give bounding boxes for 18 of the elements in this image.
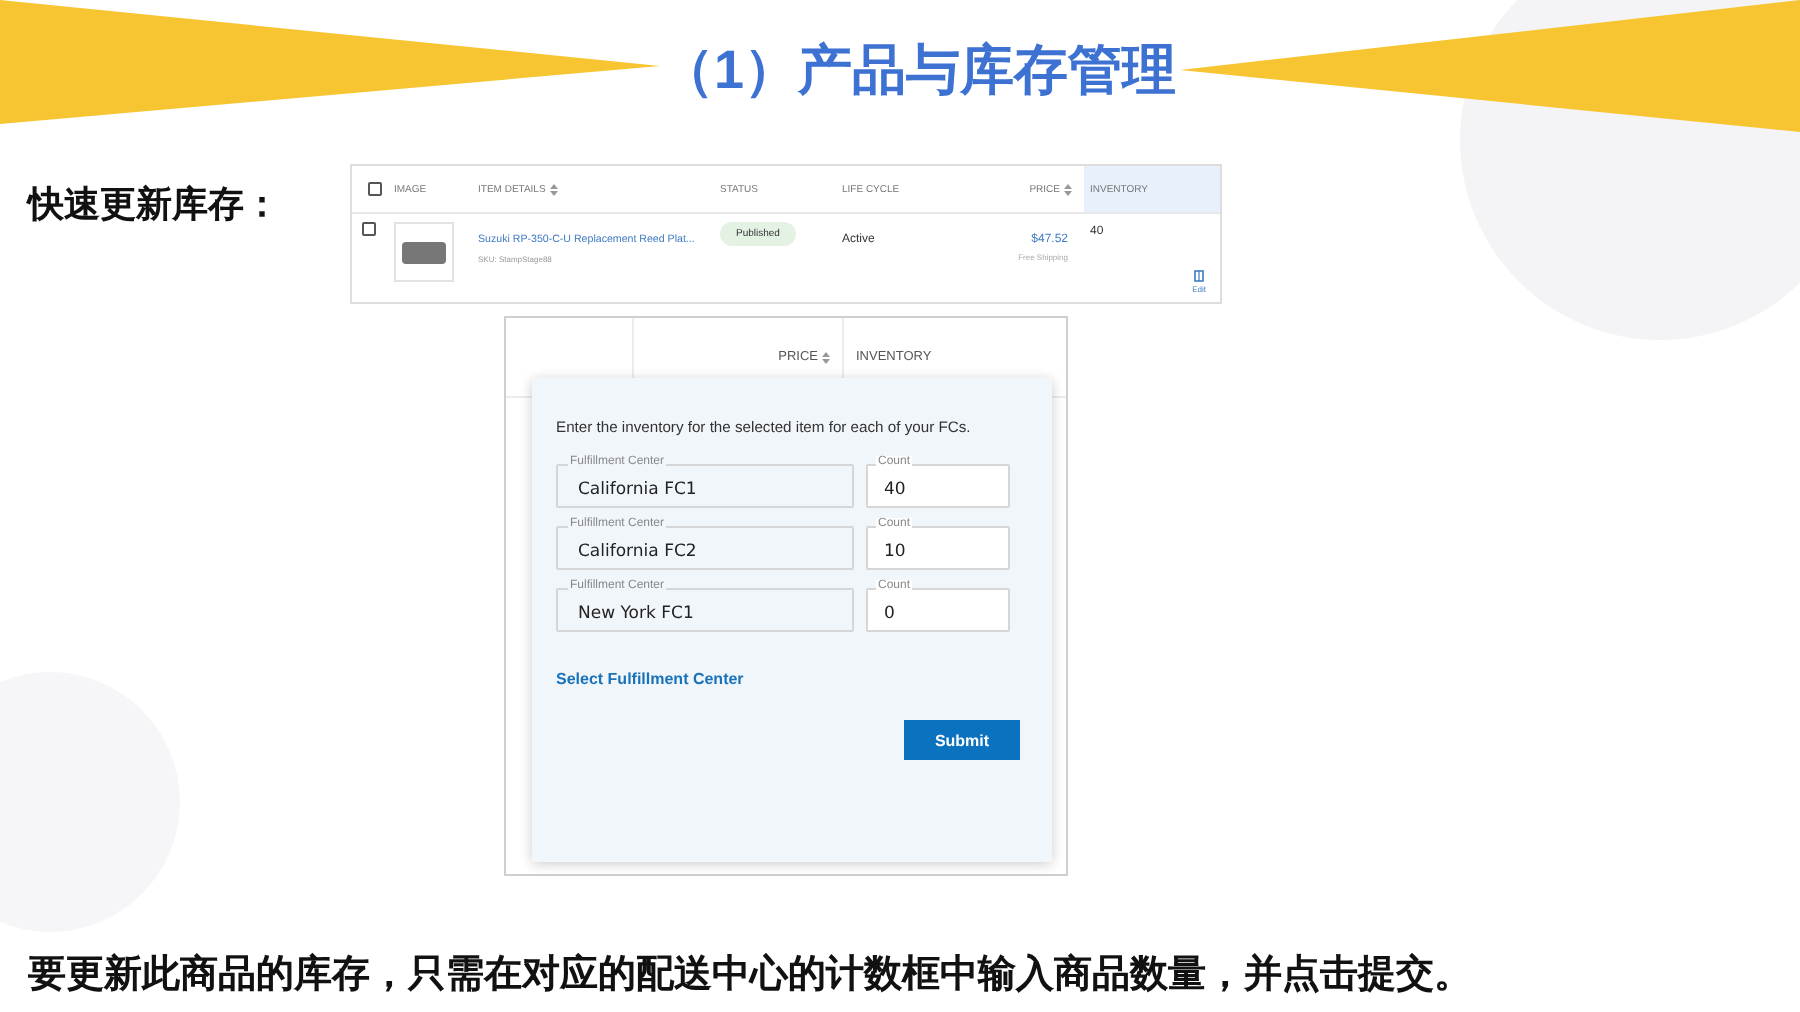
submit-button[interactable]: Submit <box>904 720 1020 760</box>
checkbox[interactable] <box>362 222 376 236</box>
section-label: 快速更新库存： <box>28 182 282 228</box>
slide-title: （1）产品与库存管理 <box>659 38 1177 104</box>
count-field[interactable]: 10 <box>866 526 1010 570</box>
count-field[interactable]: 40 <box>866 464 1010 508</box>
edit-icon <box>1194 270 1205 282</box>
photo-placeholder <box>402 241 446 263</box>
sort-icon[interactable] <box>549 183 558 195</box>
checkbox[interactable] <box>368 182 382 196</box>
fulfillment-center-field[interactable]: California FC2 <box>556 526 854 570</box>
sort-icon[interactable] <box>822 351 830 363</box>
select-center-link[interactable]: Select Fulfillment Center <box>556 670 744 688</box>
sort-icon[interactable] <box>1064 183 1072 195</box>
count-field[interactable]: 0 <box>866 588 1010 632</box>
fulfillment-center-field[interactable]: New York FC1 <box>556 588 854 632</box>
fulfillment-center-field[interactable]: California FC1 <box>556 464 854 508</box>
caption-text: 要更新此商品的库存，只需在对应的配送中心的计数框中输入商品数量，并点击提交。 <box>28 951 1474 1000</box>
